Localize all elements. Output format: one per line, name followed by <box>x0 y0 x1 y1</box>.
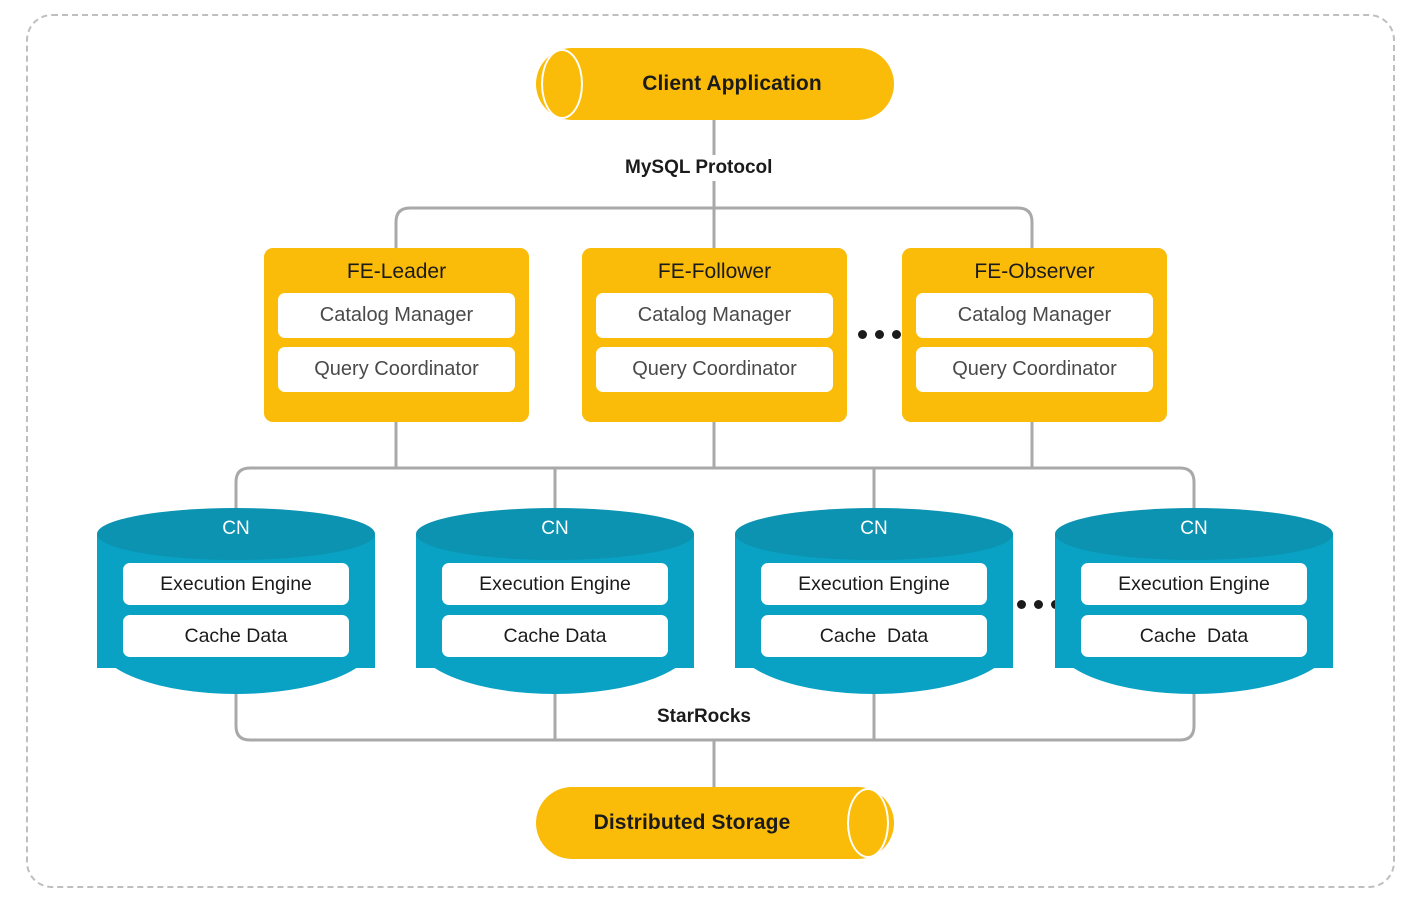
cn-3-execution-engine[interactable]: Execution Engine <box>761 563 987 605</box>
connector-wires <box>234 120 1196 789</box>
fe-leader-node[interactable]: FE-Leader Catalog Manager Query Coordina… <box>264 248 529 422</box>
cn-4-execution-engine[interactable]: Execution Engine <box>1081 563 1307 605</box>
cn-4-title: CN <box>1180 518 1208 539</box>
cn-1-title: CN <box>222 518 250 539</box>
starrocks-platform-label: StarRocks <box>645 704 763 730</box>
cn-ellipsis-icon <box>1017 600 1060 609</box>
cn-2-cache-data[interactable]: Cache Data <box>442 615 668 657</box>
cn-node-2[interactable]: CN Execution Engine Cache Data <box>416 508 694 694</box>
fe-follower-catalog-manager[interactable]: Catalog Manager <box>596 293 833 338</box>
fe-observer-catalog-manager[interactable]: Catalog Manager <box>916 293 1153 338</box>
fe-leader-title: FE-Leader <box>346 260 447 283</box>
distributed-storage-node[interactable]: Distributed Storage <box>536 787 894 859</box>
fe-leader-query-coordinator[interactable]: Query Coordinator <box>278 347 515 392</box>
cn-node-1[interactable]: CN Execution Engine Cache Data <box>97 508 375 694</box>
fe-observer-title: FE-Observer <box>974 260 1095 283</box>
diagram-canvas: Client Application MySQL Protocol FE-Lea… <box>0 0 1421 906</box>
cn-node-3[interactable]: CN Execution Engine Cache Data <box>735 508 1013 694</box>
client-application-node[interactable]: Client Application <box>536 48 894 120</box>
fe-follower-query-coordinator[interactable]: Query Coordinator <box>596 347 833 392</box>
fe-follower-title: FE-Follower <box>657 260 772 283</box>
wire-cn-bus <box>234 466 1196 512</box>
fe-observer-node[interactable]: FE-Observer Catalog Manager Query Coordi… <box>902 248 1167 422</box>
fe-leader-catalog-manager[interactable]: Catalog Manager <box>278 293 515 338</box>
cn-1-execution-engine[interactable]: Execution Engine <box>123 563 349 605</box>
distributed-storage-label: Distributed Storage <box>593 811 791 834</box>
client-application-label: Client Application <box>642 72 822 95</box>
cn-3-title: CN <box>860 518 888 539</box>
cn-1-cache-data[interactable]: Cache Data <box>123 615 349 657</box>
fe-observer-query-coordinator[interactable]: Query Coordinator <box>916 347 1153 392</box>
fe-ellipsis-icon <box>858 330 901 339</box>
cn-2-title: CN <box>541 518 569 539</box>
cn-4-slots: Execution Engine Cache Data <box>1055 563 1333 657</box>
cn-2-execution-engine[interactable]: Execution Engine <box>442 563 668 605</box>
mysql-protocol-label: MySQL Protocol <box>613 155 785 181</box>
cn-3-cache-data[interactable]: Cache Data <box>761 615 987 657</box>
cn-3-slots: Execution Engine Cache Data <box>735 563 1013 657</box>
cn-4-cache-data[interactable]: Cache Data <box>1081 615 1307 657</box>
cn-1-slots: Execution Engine Cache Data <box>97 563 375 657</box>
cn-2-slots: Execution Engine Cache Data <box>416 563 694 657</box>
cn-node-4[interactable]: CN Execution Engine Cache Data <box>1055 508 1333 694</box>
fe-follower-node[interactable]: FE-Follower Catalog Manager Query Coordi… <box>582 248 847 422</box>
